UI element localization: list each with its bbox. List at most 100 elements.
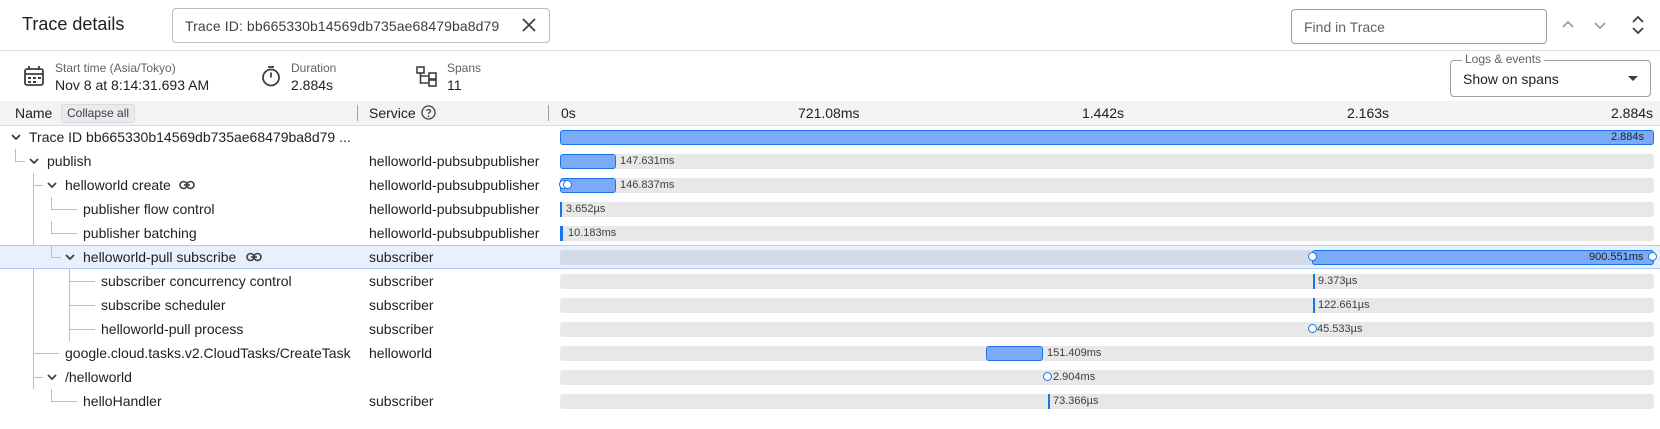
span-duration: 900.551ms: [1589, 251, 1644, 263]
span-bar[interactable]: [560, 226, 563, 241]
link-icon[interactable]: [179, 178, 195, 192]
expand-collapse-icon[interactable]: [1625, 12, 1651, 38]
timeline-tick-label: 2.884s: [1611, 105, 1654, 121]
span-bar[interactable]: [986, 346, 1043, 361]
chevron-down-icon[interactable]: [45, 178, 59, 192]
header: Trace details Trace ID: bb665330b14569db…: [0, 0, 1660, 51]
timeline-track: [560, 322, 1654, 337]
tree-line: [51, 389, 52, 401]
span-name: helloworld create: [65, 177, 171, 193]
tree-line: [33, 185, 43, 186]
span-duration: 3.652µs: [566, 203, 606, 215]
spans-label: Spans: [447, 61, 482, 75]
span-duration: 122.661µs: [1318, 299, 1370, 311]
previous-match-icon[interactable]: [1555, 12, 1581, 38]
span-name: subscriber concurrency control: [101, 273, 292, 289]
span-duration: 151.409ms: [1047, 347, 1102, 359]
span-duration: 9.373µs: [1318, 275, 1358, 287]
span-name: helloworld-pull process: [101, 321, 244, 337]
span-event-marker[interactable]: [1043, 372, 1052, 381]
timeline-tick-label: 1.442s: [1082, 105, 1125, 121]
logs-events-value: Show on spans: [1463, 71, 1559, 87]
tree-line: [51, 401, 77, 402]
span-row-helloworld-pull-subscribe[interactable]: helloworld-pull subscribe subscriber 900…: [0, 245, 1660, 269]
timeline-track: [560, 370, 1654, 385]
timeline-track: [560, 154, 1654, 169]
span-service: subscriber: [369, 249, 434, 265]
tree-line: [15, 161, 25, 162]
dropdown-caret-icon: [1628, 76, 1638, 81]
tree-line: [15, 149, 16, 161]
span-row-trace-root[interactable]: Trace ID bb665330b14569db735ae68479ba8d7…: [0, 125, 1660, 149]
tree-line: [51, 246, 52, 257]
tree-line: [51, 221, 52, 233]
span-row-subscriber-concurrency-control[interactable]: subscriber concurrency control subscribe…: [0, 269, 1660, 341]
span-name: google.cloud.tasks.v2.CloudTasks/CreateT…: [65, 345, 351, 361]
collapse-all-button[interactable]: Collapse all: [61, 104, 136, 123]
column-resize-handle[interactable]: [357, 105, 358, 121]
timeline-tick-label: 2.163s: [1347, 105, 1390, 121]
clear-filter-icon[interactable]: [519, 15, 539, 35]
span-row-helloworld-create[interactable]: helloworld create helloworld-pubsubpubli…: [0, 173, 1660, 389]
span-duration: 2.884s: [1611, 131, 1645, 143]
span-event-marker[interactable]: [1308, 324, 1317, 333]
span-name: publisher batching: [83, 225, 197, 241]
tree-line: [51, 233, 77, 234]
help-icon[interactable]: [421, 105, 436, 120]
find-in-trace-input[interactable]: [1302, 18, 1536, 36]
tree-line: [69, 305, 95, 306]
start-time-value: Nov 8 at 8:14:31.693 AM: [55, 77, 210, 93]
span-bar[interactable]: [1313, 274, 1315, 289]
duration-label: Duration: [291, 61, 337, 75]
timer-icon: [260, 65, 282, 87]
span-row-publisher-batching[interactable]: publisher batching helloworld-pubsubpubl…: [0, 221, 1660, 245]
trace-id-filter-text: Trace ID: bb665330b14569db735ae68479ba8d…: [185, 18, 500, 34]
link-icon[interactable]: [246, 250, 262, 264]
span-service: helloworld-pubsubpublisher: [369, 153, 540, 169]
page-title: Trace details: [22, 14, 125, 34]
span-service: helloworld-pubsubpublisher: [369, 177, 540, 193]
span-bar[interactable]: [1048, 394, 1050, 409]
span-bar[interactable]: [1313, 298, 1315, 313]
span-event-marker[interactable]: [1308, 252, 1317, 261]
span-duration: 146.837ms: [620, 179, 675, 191]
column-resize-handle[interactable]: [548, 105, 549, 121]
chevron-down-icon[interactable]: [9, 130, 23, 144]
chevron-down-icon[interactable]: [63, 250, 77, 264]
span-row-publish[interactable]: publish helloworld-pubsubpublisher 147.6…: [0, 149, 1660, 173]
chevron-down-icon[interactable]: [27, 154, 41, 168]
chevron-down-icon[interactable]: [45, 370, 59, 384]
calendar-icon: [23, 65, 45, 87]
span-row-subscribe-scheduler[interactable]: subscribe scheduler subscriber 122.661µs: [0, 293, 1660, 317]
span-row-helloworld-path[interactable]: /helloworld 2.904ms: [0, 365, 1660, 389]
span-bar[interactable]: [560, 154, 616, 169]
span-name: publisher flow control: [83, 201, 215, 217]
tree-line: [51, 257, 61, 258]
span-bar[interactable]: [560, 202, 562, 217]
span-service: subscriber: [369, 273, 434, 289]
logs-events-label: Logs & events: [1462, 52, 1545, 66]
span-row-helloworld-pull-process[interactable]: helloworld-pull process subscriber 45.53…: [0, 317, 1660, 341]
span-row-hellohandler[interactable]: helloHandler subscriber 73.366µs: [0, 389, 1660, 413]
timeline-tick-label: 0s: [561, 105, 576, 121]
span-service: helloworld: [369, 345, 433, 361]
span-name: Trace ID bb665330b14569db735ae68479ba8d7…: [29, 129, 351, 145]
tree-line: [51, 209, 77, 210]
span-row-publisher-flow-control[interactable]: publisher flow control helloworld-pubsub…: [0, 197, 1660, 221]
next-match-icon[interactable]: [1587, 12, 1613, 38]
span-event-marker[interactable]: [563, 180, 572, 189]
spans-tree-icon: [416, 65, 438, 87]
trace-id-filter-chip[interactable]: Trace ID: bb665330b14569db735ae68479ba8d…: [172, 8, 550, 43]
span-bar[interactable]: [560, 130, 1654, 145]
name-column-header: Name: [15, 105, 53, 121]
span-event-marker[interactable]: [1648, 252, 1657, 261]
span-service: subscriber: [369, 393, 434, 409]
span-service: helloworld-pubsubpublisher: [369, 201, 540, 217]
find-in-trace-field[interactable]: [1291, 9, 1547, 44]
span-row-cloudtasks-createtask[interactable]: google.cloud.tasks.v2.CloudTasks/CreateT…: [0, 341, 1660, 365]
service-column-header: Service: [369, 105, 416, 121]
span-duration: 45.533µs: [1317, 323, 1363, 335]
column-header-row: Name Collapse all Service 0s 721.08ms 1.…: [0, 101, 1660, 126]
timeline-tick-label: 721.08ms: [798, 105, 860, 121]
timeline-track: [560, 178, 1654, 193]
